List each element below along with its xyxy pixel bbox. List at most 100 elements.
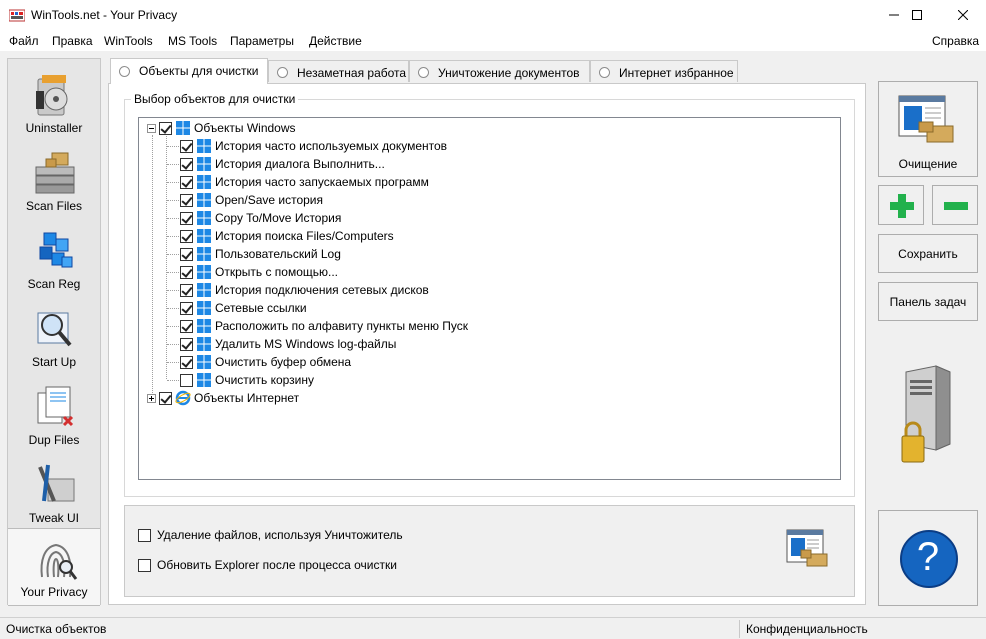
tab-stealth-mode[interactable]: Незаметная работа — [268, 60, 409, 82]
option-refresh-explorer[interactable]: Обновить Explorer после процесса очистки — [138, 558, 397, 572]
menu-edit[interactable]: Правка — [52, 34, 93, 48]
tree-node-label: Copy To/Move История — [215, 211, 342, 225]
sidebar-item-start-up[interactable]: Start Up — [8, 297, 100, 375]
save-button[interactable]: Сохранить — [878, 234, 978, 273]
menu-file[interactable]: Файл — [9, 34, 39, 48]
sidebar-item-label: Uninstaller — [25, 121, 83, 135]
tree-node[interactable]: История часто запускаемых программ — [180, 173, 429, 191]
tree-checkbox[interactable] — [180, 283, 193, 297]
sidebar-item-your-privacy[interactable]: Your Privacy — [8, 528, 100, 606]
tree-node[interactable]: История подключения сетевых дисков — [180, 281, 429, 299]
menu-settings[interactable]: Параметры — [230, 34, 294, 48]
windows-logo-icon — [197, 229, 211, 243]
sidebar-item-scan-reg[interactable]: Scan Reg — [8, 219, 100, 297]
tree-node[interactable]: История часто используемых документов — [180, 137, 447, 155]
windows-logo-icon — [197, 157, 211, 171]
tree-checkbox[interactable] — [180, 175, 193, 189]
tree-checkbox[interactable] — [180, 373, 193, 387]
tree-checkbox[interactable] — [180, 337, 193, 351]
sidebar: Uninstaller Scan Files Scan Reg Start Up — [7, 58, 101, 606]
menu-action[interactable]: Действие — [309, 34, 362, 48]
tree-checkbox[interactable] — [159, 121, 172, 135]
sidebar-item-tweak-ui[interactable]: Tweak UI — [8, 453, 100, 531]
option-checkbox[interactable] — [138, 558, 151, 572]
tree-node-windows[interactable]: Объекты Windows — [147, 119, 296, 137]
tab-label: Уничтожение документов — [438, 66, 580, 80]
tree-node[interactable]: Очистить буфер обмена — [180, 353, 351, 371]
sidebar-item-label: Start Up — [31, 355, 76, 369]
maximize-button[interactable] — [894, 0, 940, 30]
sidebar-item-uninstaller[interactable]: Uninstaller — [8, 63, 100, 141]
tree-node-label: Open/Save история — [215, 193, 323, 207]
tree-connector — [167, 344, 179, 345]
taskbar-button[interactable]: Панель задач — [878, 282, 978, 321]
tree-node[interactable]: История диалога Выполнить... — [180, 155, 385, 173]
tree-node-internet[interactable]: Объекты Интернет — [147, 389, 299, 407]
title-bar: WinTools.net - Your Privacy — [0, 0, 986, 30]
collapse-icon[interactable] — [147, 123, 156, 133]
expand-icon[interactable] — [147, 393, 156, 403]
sidebar-item-dup-files[interactable]: Dup Files — [8, 375, 100, 453]
tree-checkbox[interactable] — [180, 139, 193, 153]
tab-internet-favorites[interactable]: Интернет избранное — [590, 60, 738, 82]
cleanup-tree[interactable]: Объекты Windows История часто используем… — [138, 117, 841, 480]
tree-checkbox[interactable] — [180, 265, 193, 279]
tree-node[interactable]: Сетевые ссылки — [180, 299, 307, 317]
help-button[interactable]: ? — [878, 510, 978, 606]
menu-mstools[interactable]: MS Tools — [168, 34, 217, 48]
tab-label: Объекты для очистки — [139, 64, 259, 78]
close-button[interactable] — [940, 0, 986, 30]
taskbar-label: Панель задач — [889, 295, 967, 309]
tree-connector — [167, 218, 179, 219]
tree-node[interactable]: Открыть с помощью... — [180, 263, 338, 281]
tree-node[interactable]: Очистить корзину — [180, 371, 314, 389]
windows-logo-icon — [197, 337, 211, 351]
tab-document-shredder[interactable]: Уничтожение документов — [409, 60, 590, 82]
tree-node[interactable]: Расположить по алфавиту пункты меню Пуск — [180, 317, 468, 335]
tree-node[interactable]: Copy To/Move История — [180, 209, 341, 227]
menu-wintools[interactable]: WinTools — [104, 34, 153, 48]
tree-checkbox[interactable] — [180, 247, 193, 261]
tree-connector — [167, 236, 179, 237]
tree-connector — [167, 290, 179, 291]
menu-help[interactable]: Справка — [932, 34, 979, 48]
windows-logo-icon — [197, 211, 211, 225]
tab-cleanup-objects[interactable]: Объекты для очистки — [110, 58, 268, 84]
minus-icon — [944, 202, 968, 210]
scan-reg-icon — [39, 232, 73, 268]
clean-button[interactable]: Очищение — [878, 81, 978, 177]
tree-node-label: История подключения сетевых дисков — [215, 283, 429, 297]
close-icon — [958, 10, 968, 20]
clean-label: Очищение — [898, 157, 958, 171]
tree-checkbox[interactable] — [180, 301, 193, 315]
sidebar-item-scan-files[interactable]: Scan Files — [8, 141, 100, 219]
tab-label: Незаметная работа — [297, 66, 407, 80]
tree-node[interactable]: Open/Save история — [180, 191, 323, 209]
tree-checkbox[interactable] — [180, 157, 193, 171]
tree-checkbox[interactable] — [159, 391, 172, 405]
tree-node-label: Объекты Интернет — [194, 391, 300, 405]
status-left: Очистка объектов — [6, 622, 107, 636]
option-checkbox[interactable] — [138, 528, 151, 542]
tree-node[interactable]: Удалить MS Windows log-файлы — [180, 335, 396, 353]
tab-radio-icon — [418, 67, 429, 78]
internet-explorer-icon — [175, 390, 191, 406]
tree-node[interactable]: Пользовательский Log — [180, 245, 341, 263]
sidebar-item-label: Dup Files — [28, 433, 80, 447]
tree-checkbox[interactable] — [180, 355, 193, 369]
tree-checkbox[interactable] — [180, 229, 193, 243]
start-up-icon — [37, 312, 72, 347]
add-button[interactable] — [878, 185, 924, 225]
help-glyph: ? — [916, 535, 940, 579]
remove-button[interactable] — [932, 185, 978, 225]
windows-logo-icon — [197, 355, 211, 369]
windows-logo-icon — [197, 193, 211, 207]
right-panel: Очищение Сохранить Панель задач ? — [870, 58, 986, 606]
tree-checkbox[interactable] — [180, 211, 193, 225]
option-shredder[interactable]: Удаление файлов, используя Уничтожитель — [138, 528, 403, 542]
save-label: Сохранить — [898, 247, 958, 261]
tree-checkbox[interactable] — [180, 193, 193, 207]
tree-connector — [167, 200, 179, 201]
tree-node[interactable]: История поиска Files/Computers — [180, 227, 394, 245]
tree-checkbox[interactable] — [180, 319, 193, 333]
